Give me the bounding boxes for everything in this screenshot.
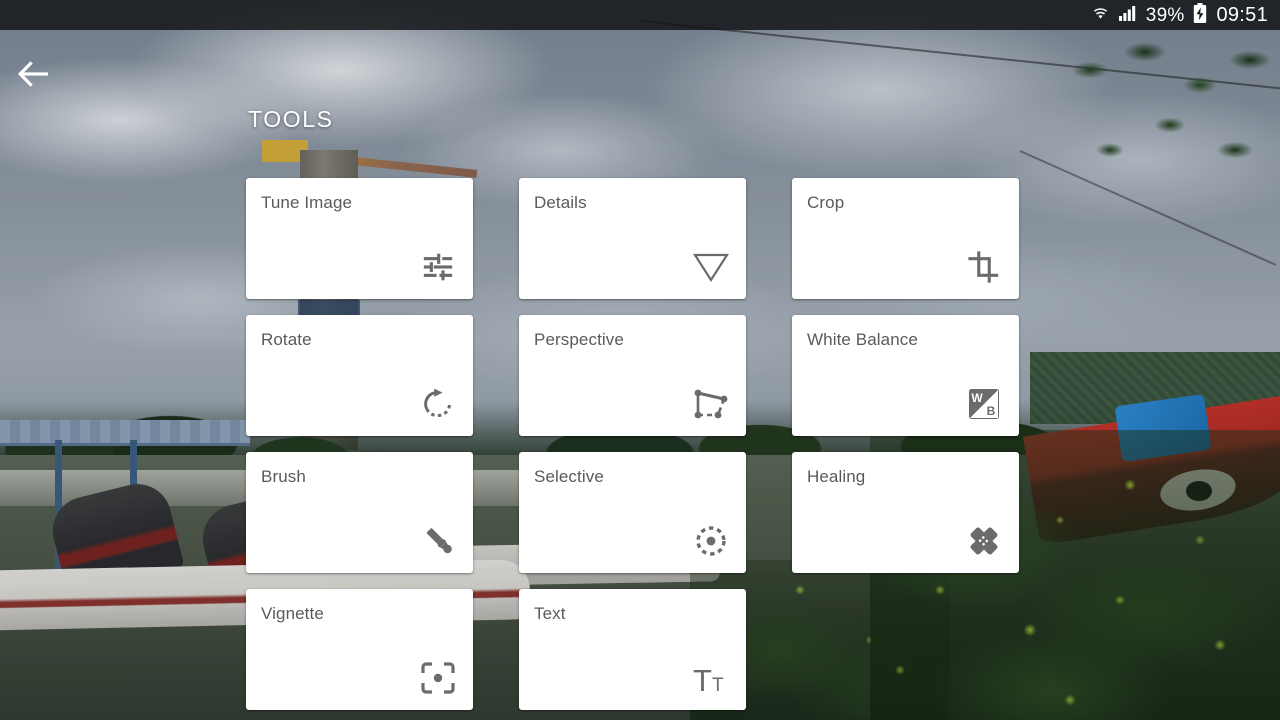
text-icon-small-t: T <box>712 675 724 695</box>
triangle-down-icon <box>688 244 734 290</box>
tool-label: Tune Image <box>261 193 353 212</box>
tool-card-crop[interactable]: Crop <box>792 178 1019 299</box>
healing-bandage-icon <box>961 518 1007 564</box>
wb-letter-top: W <box>971 391 983 405</box>
tool-label: Details <box>534 193 587 212</box>
tool-label: Healing <box>807 467 866 486</box>
cellular-signal-icon <box>1118 5 1137 26</box>
tool-card-text[interactable]: Text T T <box>519 589 746 710</box>
battery-percent-label: 39% <box>1145 4 1185 26</box>
tool-label: Perspective <box>534 330 624 349</box>
tool-label: White Balance <box>807 330 918 349</box>
tool-card-healing[interactable]: Healing <box>792 452 1019 573</box>
tool-card-vignette[interactable]: Vignette <box>246 589 473 710</box>
back-button[interactable] <box>12 54 56 98</box>
tune-sliders-icon <box>415 244 461 290</box>
selective-dashed-circle-icon <box>688 518 734 564</box>
perspective-quad-icon <box>688 381 734 427</box>
tool-label: Brush <box>261 467 306 486</box>
clock-label: 09:51 <box>1216 4 1268 26</box>
wb-letter-bottom: B <box>987 404 996 418</box>
wifi-icon <box>1091 5 1110 26</box>
white-balance-wb-icon: W B <box>961 381 1007 427</box>
text-icon-large-t: T <box>693 663 712 695</box>
brush-icon <box>415 518 461 564</box>
tool-label: Text <box>534 604 566 623</box>
vignette-brackets-icon <box>415 655 461 701</box>
tool-card-tune-image[interactable]: Tune Image <box>246 178 473 299</box>
tool-card-details[interactable]: Details <box>519 178 746 299</box>
rotate-right-icon <box>415 381 461 427</box>
tool-card-rotate[interactable]: Rotate <box>246 315 473 436</box>
tool-label: Vignette <box>261 604 324 623</box>
tool-label: Rotate <box>261 330 312 349</box>
tool-card-perspective[interactable]: Perspective <box>519 315 746 436</box>
snapseed-tools-screen: 39% 09:51 TOOLS Tune Image Details Crop … <box>0 0 1280 720</box>
tool-card-selective[interactable]: Selective <box>519 452 746 573</box>
battery-charging-icon <box>1193 2 1207 28</box>
tool-card-brush[interactable]: Brush <box>246 452 473 573</box>
crop-icon <box>961 244 1007 290</box>
status-bar: 39% 09:51 <box>0 0 1280 30</box>
page-title: TOOLS <box>248 106 334 132</box>
tools-grid: Tune Image Details Crop Rotate Perspecti… <box>246 178 1019 710</box>
tool-label: Selective <box>534 467 604 486</box>
tool-grid-empty-slot <box>792 589 1019 710</box>
text-format-size-icon: T T <box>688 655 734 701</box>
back-arrow-icon <box>17 60 51 92</box>
tool-label: Crop <box>807 193 845 212</box>
tool-card-white-balance[interactable]: White Balance W B <box>792 315 1019 436</box>
